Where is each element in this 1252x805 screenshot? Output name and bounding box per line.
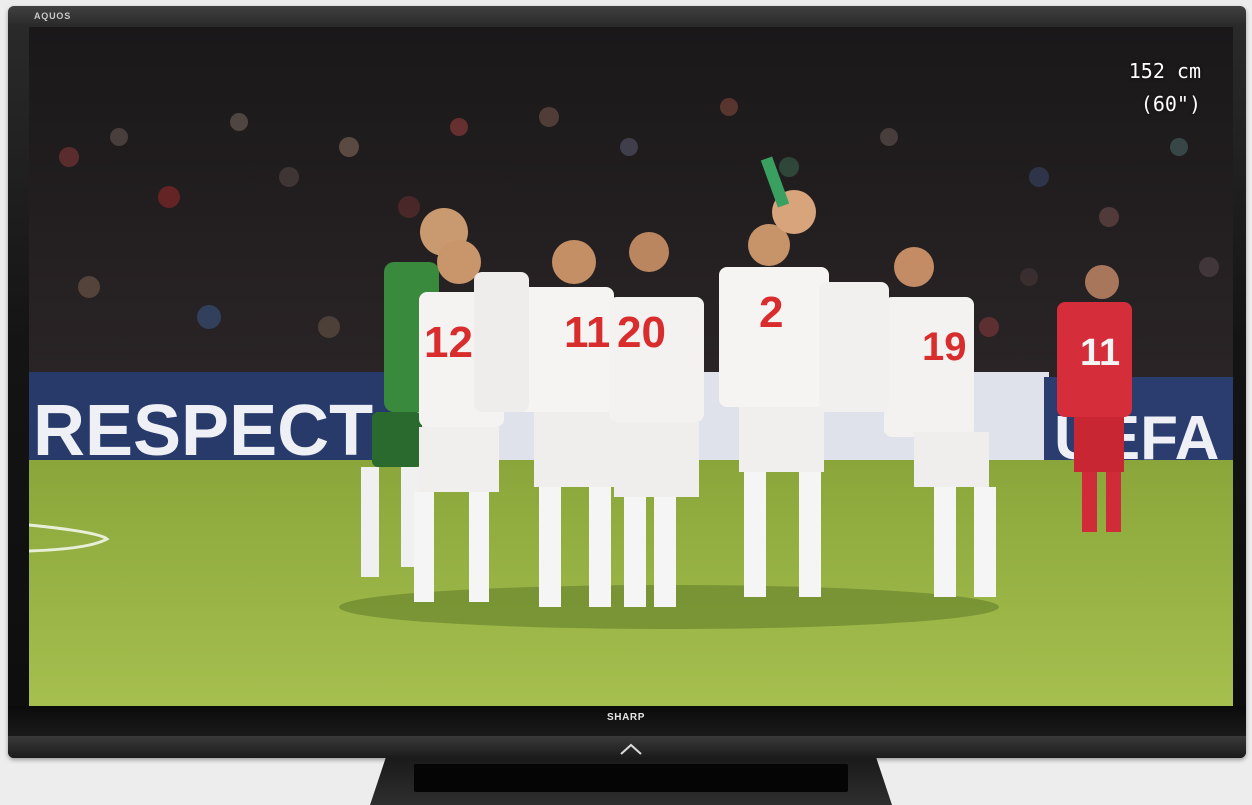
football-celebration-scene: RESPECT UEFA 12 11 20 2 19 11 xyxy=(29,27,1233,706)
banner-respect: RESPECT xyxy=(33,391,373,471)
screen-size-cm: 152 cm xyxy=(1128,59,1201,83)
jersey-number-20: 20 xyxy=(617,308,666,357)
jersey-number-opponent-11: 11 xyxy=(1080,332,1120,374)
tv-stand xyxy=(370,758,892,805)
brand-logo-top: AQUOS xyxy=(34,11,72,21)
screen-size-label: 152 cm (60") xyxy=(1129,55,1201,121)
jersey-number-12: 12 xyxy=(424,318,473,367)
tv-screen: RESPECT UEFA 12 11 20 2 19 11 152 cm (60… xyxy=(29,27,1233,706)
jersey-number-11: 11 xyxy=(564,308,611,357)
chevron-up-icon xyxy=(620,743,642,755)
screen-size-inch: (60") xyxy=(1140,92,1201,116)
brand-logo-bottom: SHARP xyxy=(606,712,645,723)
jersey-number-19: 19 xyxy=(922,325,967,369)
jersey-number-2: 2 xyxy=(759,288,783,337)
